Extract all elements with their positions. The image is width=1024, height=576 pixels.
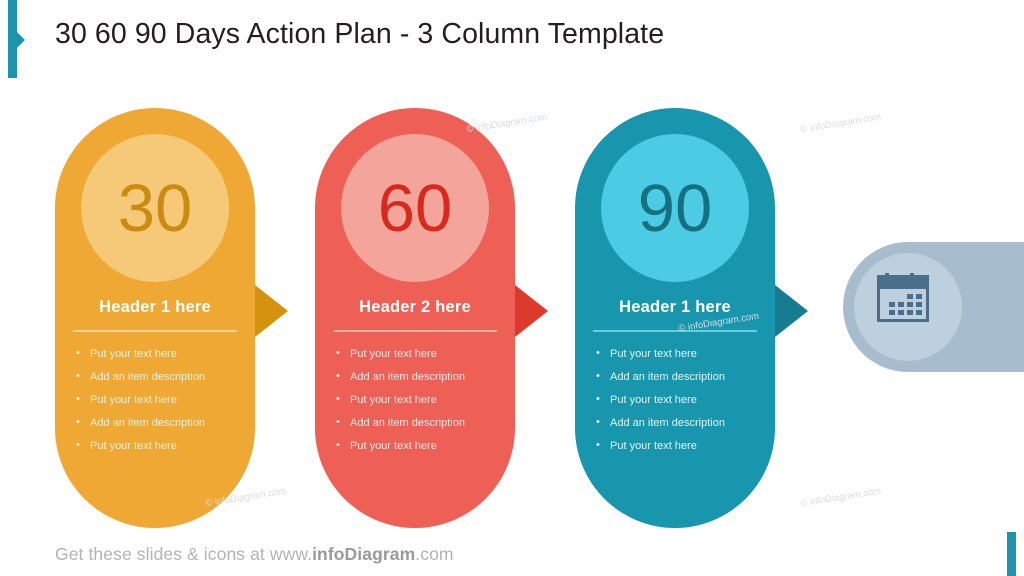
page-title: 30 60 90 Days Action Plan - 3 Column Tem… [55, 18, 665, 50]
list-item[interactable]: Put your text here [334, 439, 519, 453]
footer-credit: Get these slides & icons at www.infoDiag… [55, 544, 454, 565]
day-number-badge: 30 [81, 134, 229, 282]
accent-notch-icon [17, 32, 25, 48]
footer-brand: infoDiagram [312, 544, 416, 564]
plan-column-30[interactable]: 30 Header 1 here Put your text here Add … [55, 108, 255, 528]
list-item[interactable]: Put your text here [74, 393, 259, 407]
list-item[interactable]: Add an item description [594, 370, 779, 384]
calendar-icon [877, 273, 929, 322]
arrow-right-icon [515, 285, 548, 337]
watermark: © infoDiagram.com [799, 111, 882, 136]
accent-bar-top-left [8, 0, 17, 78]
watermark: © infoDiagram.com [799, 485, 882, 510]
arrow-right-icon [775, 285, 808, 337]
header-divider [333, 330, 497, 332]
day-number-badge: 90 [601, 134, 749, 282]
column-header: Header 2 here [359, 298, 471, 316]
list-item[interactable]: Put your text here [334, 347, 519, 361]
header-divider [73, 330, 237, 332]
icon-panel[interactable] [843, 242, 1024, 372]
bullet-list: Put your text here Add an item descripti… [594, 347, 779, 463]
bullet-list: Put your text here Add an item descripti… [334, 347, 519, 463]
plan-column-60[interactable]: 60 Header 2 here Put your text here Add … [315, 108, 515, 528]
footer-suffix: .com [415, 544, 454, 564]
list-item[interactable]: Add an item description [74, 416, 259, 430]
column-header: Header 1 here [99, 298, 211, 316]
list-item[interactable]: Add an item description [334, 416, 519, 430]
list-item[interactable]: Put your text here [594, 393, 779, 407]
list-item[interactable]: Put your text here [594, 439, 779, 453]
day-number-badge: 60 [341, 134, 489, 282]
list-item[interactable]: Add an item description [594, 416, 779, 430]
footer-prefix: Get these slides & icons at www. [55, 544, 313, 564]
list-item[interactable]: Add an item description [334, 370, 519, 384]
list-item[interactable]: Put your text here [74, 347, 259, 361]
arrow-right-icon [255, 285, 288, 337]
watermark: © infoDiagram.com [465, 111, 548, 136]
list-item[interactable]: Put your text here [594, 347, 779, 361]
list-item[interactable]: Put your text here [334, 393, 519, 407]
slide-canvas: 30 60 90 Days Action Plan - 3 Column Tem… [0, 0, 1024, 576]
list-item[interactable]: Add an item description [74, 370, 259, 384]
bullet-list: Put your text here Add an item descripti… [74, 347, 259, 463]
header-divider [593, 330, 757, 332]
accent-bar-bottom-right [1007, 532, 1016, 576]
list-item[interactable]: Put your text here [74, 439, 259, 453]
